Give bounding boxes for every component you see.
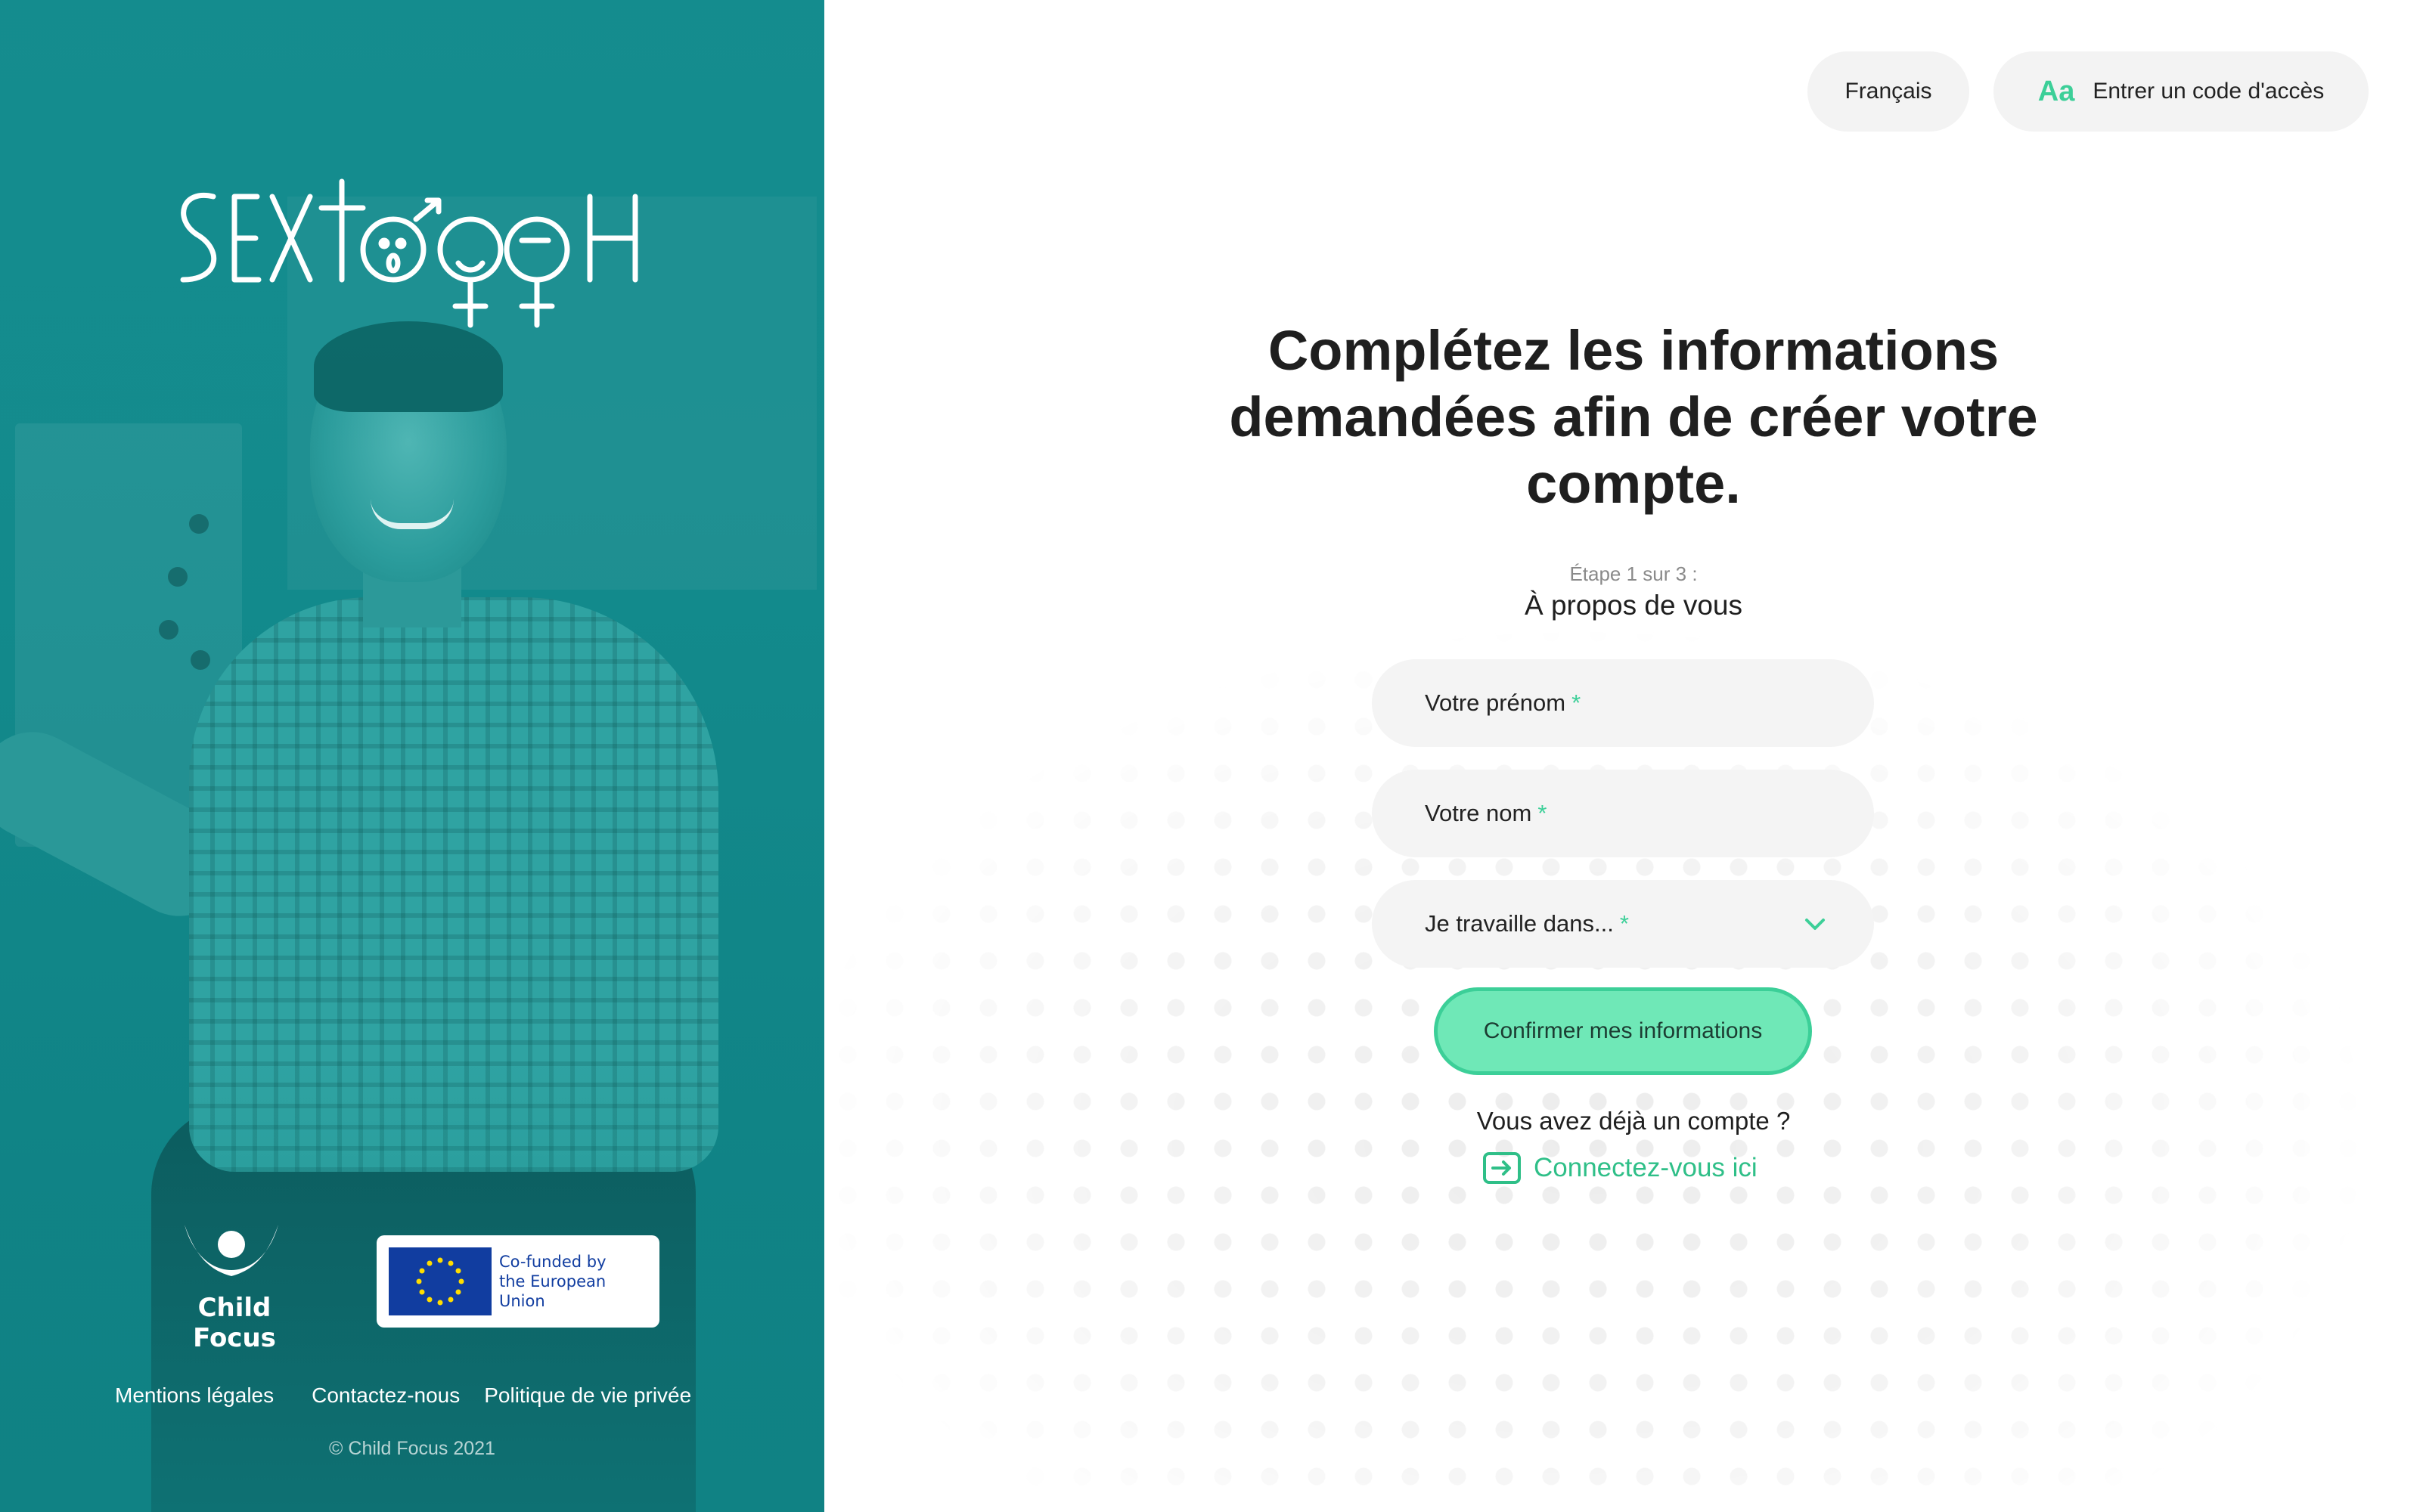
access-code-button[interactable]: Aa Entrer un code d'accès <box>1993 51 2369 132</box>
child-focus-icon <box>185 1225 278 1276</box>
work-sector-select[interactable]: Je travaille dans... * <box>1372 880 1874 968</box>
step-title: À propos de vous <box>1525 590 1742 621</box>
eu-text-line1: Co-funded by <box>499 1253 607 1271</box>
eu-cofunded-logo: Co-funded by the European Union <box>377 1235 659 1328</box>
access-code-label: Entrer un code d'accès <box>2093 79 2325 104</box>
child-focus-logo: Child Focus <box>159 1217 310 1353</box>
page-title: Complétez les informations demandées afi… <box>1229 319 2038 515</box>
required-marker: * <box>1571 689 1581 716</box>
work-sector-placeholder: Je travaille dans... <box>1425 910 1614 937</box>
copyright: © Child Focus 2021 <box>329 1438 495 1459</box>
required-marker: * <box>1619 910 1629 937</box>
chevron-down-icon <box>1805 919 1825 930</box>
contact-link[interactable]: Contactez-nous <box>312 1383 460 1408</box>
main-panel: Français Aa Entrer un code d'accès Compl… <box>824 0 2420 1512</box>
eu-flag-icon <box>389 1247 492 1315</box>
confirm-info-label: Confirmer mes informations <box>1483 1018 1763 1043</box>
login-link-label: Connectez-vous ici <box>1534 1153 1758 1182</box>
privacy-policy-link[interactable]: Politique de vie privée <box>484 1383 691 1408</box>
footer-links: Mentions légales Contactez-nous Politiqu… <box>115 1383 691 1408</box>
have-account-text: Vous avez déjà un compte ? <box>1476 1107 1791 1135</box>
left-panel: Child Focus Co-funded by the European Un… <box>0 0 824 1512</box>
language-selector-button[interactable]: Français <box>1807 51 1969 132</box>
text-size-icon: Aa <box>2037 75 2075 107</box>
legal-notice-link[interactable]: Mentions légales <box>115 1383 274 1408</box>
child-focus-name: Child Focus <box>193 1293 276 1353</box>
login-link[interactable]: Connectez-vous ici <box>1482 1149 1758 1187</box>
login-icon <box>1483 1152 1521 1184</box>
required-marker: * <box>1537 800 1547 826</box>
confirm-info-button[interactable]: Confirmer mes informations <box>1434 987 1812 1075</box>
dot-pattern-background <box>824 0 2420 1512</box>
first-name-placeholder: Votre prénom <box>1425 689 1566 716</box>
sextoooh-logo <box>166 174 666 333</box>
language-label: Français <box>1844 79 1932 104</box>
eu-text-line2: the European Union <box>499 1272 607 1310</box>
first-name-input[interactable]: Votre prénom * <box>1372 659 1874 747</box>
last-name-placeholder: Votre nom <box>1425 800 1532 826</box>
last-name-input[interactable]: Votre nom * <box>1372 770 1874 857</box>
step-indicator: Étape 1 sur 3 : <box>1569 562 1698 585</box>
